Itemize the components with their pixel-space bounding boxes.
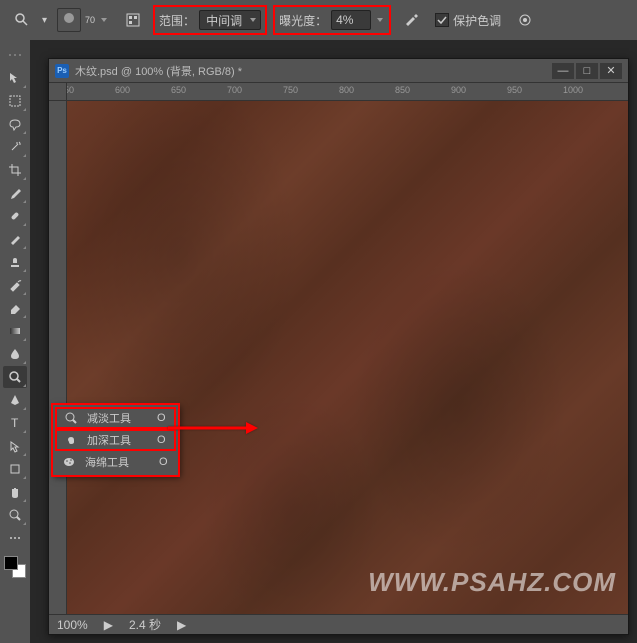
annotation-arrow bbox=[168, 418, 258, 441]
gradient-tool[interactable] bbox=[3, 320, 27, 342]
brush-preview-icon bbox=[57, 8, 81, 32]
flyout-dodge[interactable]: 减淡工具 O bbox=[55, 407, 176, 429]
titlebar[interactable]: Ps 木纹.psd @ 100% (背景, RGB/8) * — □ ✕ bbox=[49, 59, 628, 83]
blur-tool[interactable] bbox=[3, 343, 27, 365]
ruler-tick: 650 bbox=[171, 85, 186, 95]
flyout-label: 减淡工具 bbox=[87, 410, 131, 426]
type-tool[interactable]: T bbox=[3, 412, 27, 434]
tool-flyout: 减淡工具 O 加深工具 O 海绵工具 O bbox=[52, 404, 179, 476]
flyout-key: O bbox=[157, 434, 166, 446]
wand-tool[interactable] bbox=[3, 136, 27, 158]
eraser-tool[interactable] bbox=[3, 297, 27, 319]
brush-size-value: 70 bbox=[85, 15, 95, 25]
protect-label: 保护色调 bbox=[453, 12, 501, 29]
zoom-tool[interactable] bbox=[3, 504, 27, 526]
brush-preset-group[interactable]: 70 bbox=[53, 6, 113, 34]
foreground-swatch[interactable] bbox=[4, 556, 18, 570]
tablet-pressure-icon[interactable] bbox=[511, 8, 539, 32]
exposure-input[interactable]: 4% bbox=[331, 10, 371, 30]
canvas-area: 550 600 650 700 750 800 850 900 950 1000 WWW.PSAH… bbox=[49, 83, 628, 614]
flyout-label: 海绵工具 bbox=[85, 454, 133, 470]
color-swatches[interactable] bbox=[4, 556, 26, 578]
status-info[interactable]: ▶ bbox=[104, 618, 113, 632]
eyedropper-tool[interactable] bbox=[3, 182, 27, 204]
pen-tool[interactable] bbox=[3, 389, 27, 411]
range-dropdown[interactable]: 中间调 bbox=[199, 10, 261, 30]
move-tool[interactable] bbox=[3, 67, 27, 89]
history-brush-tool[interactable] bbox=[3, 274, 27, 296]
flyout-burn[interactable]: 加深工具 O bbox=[55, 429, 176, 451]
ruler-tick: 1000 bbox=[563, 85, 583, 95]
watermark-text: WWW.PSAHZ.COM bbox=[368, 567, 616, 598]
flyout-label: 加深工具 bbox=[87, 432, 131, 448]
crop-tool[interactable] bbox=[3, 159, 27, 181]
document-window: Ps 木纹.psd @ 100% (背景, RGB/8) * — □ ✕ 550… bbox=[48, 58, 629, 635]
brush-panel-icon[interactable] bbox=[119, 8, 147, 32]
ruler-horizontal[interactable]: 550 600 650 700 750 800 850 900 950 1000 bbox=[67, 83, 628, 101]
close-button[interactable]: ✕ bbox=[600, 63, 622, 79]
ruler-tick: 600 bbox=[115, 85, 130, 95]
ruler-tick: 700 bbox=[227, 85, 242, 95]
ps-icon: Ps bbox=[55, 64, 69, 78]
ruler-vertical[interactable] bbox=[49, 101, 67, 614]
ruler-tick: 550 bbox=[67, 85, 74, 95]
dodge-tool[interactable] bbox=[3, 366, 27, 388]
workspace-bg: Ps 木纹.psd @ 100% (背景, RGB/8) * — □ ✕ 550… bbox=[30, 40, 637, 643]
airbrush-icon[interactable] bbox=[397, 8, 425, 32]
burn-icon bbox=[63, 432, 79, 448]
canvas[interactable]: WWW.PSAHZ.COM bbox=[67, 101, 628, 614]
protect-tones-group[interactable]: 保护色调 bbox=[431, 10, 505, 31]
tool-preset-icon[interactable] bbox=[8, 8, 36, 32]
flyout-key: O bbox=[157, 412, 166, 424]
range-highlight: 范围： 中间调 bbox=[153, 5, 267, 35]
stamp-tool[interactable] bbox=[3, 251, 27, 273]
status-bar: 100% ▶ 2.4 秒 ▶ bbox=[49, 614, 628, 634]
exposure-slider-icon[interactable] bbox=[375, 8, 385, 32]
hand-tool[interactable] bbox=[3, 481, 27, 503]
range-label: 范围： bbox=[159, 12, 195, 29]
marquee-tool[interactable] bbox=[3, 90, 27, 112]
brush-tool[interactable] bbox=[3, 228, 27, 250]
svg-text:T: T bbox=[11, 416, 19, 430]
toolbox: T bbox=[0, 40, 30, 640]
ruler-origin[interactable] bbox=[49, 83, 67, 101]
maximize-button[interactable]: □ bbox=[576, 63, 598, 79]
zoom-level[interactable]: 100% bbox=[57, 618, 88, 632]
exposure-label: 曝光度： bbox=[279, 12, 327, 29]
ruler-tick: 750 bbox=[283, 85, 298, 95]
options-bar: ▾ 70 范围： 中间调 曝光度： 4% 保护色调 bbox=[0, 0, 637, 40]
flyout-sponge[interactable]: 海绵工具 O bbox=[53, 451, 178, 473]
edit-toolbar-icon[interactable] bbox=[3, 527, 27, 549]
ruler-tick: 900 bbox=[451, 85, 466, 95]
minimize-button[interactable]: — bbox=[552, 63, 574, 79]
shape-tool[interactable] bbox=[3, 458, 27, 480]
ruler-tick: 850 bbox=[395, 85, 410, 95]
ruler-tick: 950 bbox=[507, 85, 522, 95]
exposure-value: 4% bbox=[336, 13, 353, 27]
exposure-highlight: 曝光度： 4% bbox=[273, 5, 391, 35]
sponge-icon bbox=[61, 454, 77, 470]
range-value: 中间调 bbox=[206, 12, 242, 29]
grip-icon[interactable] bbox=[3, 44, 27, 66]
timing-info: 2.4 秒 bbox=[129, 616, 161, 633]
protect-checkbox[interactable] bbox=[435, 13, 449, 27]
heal-tool[interactable] bbox=[3, 205, 27, 227]
lasso-tool[interactable] bbox=[3, 113, 27, 135]
path-select-tool[interactable] bbox=[3, 435, 27, 457]
document-title: 木纹.psd @ 100% (背景, RGB/8) * bbox=[75, 63, 546, 79]
ruler-tick: 800 bbox=[339, 85, 354, 95]
flyout-key: O bbox=[159, 456, 168, 468]
status-chevron[interactable]: ▶ bbox=[177, 618, 186, 632]
dodge-icon bbox=[63, 410, 79, 426]
brush-dropdown-icon[interactable] bbox=[99, 8, 109, 32]
